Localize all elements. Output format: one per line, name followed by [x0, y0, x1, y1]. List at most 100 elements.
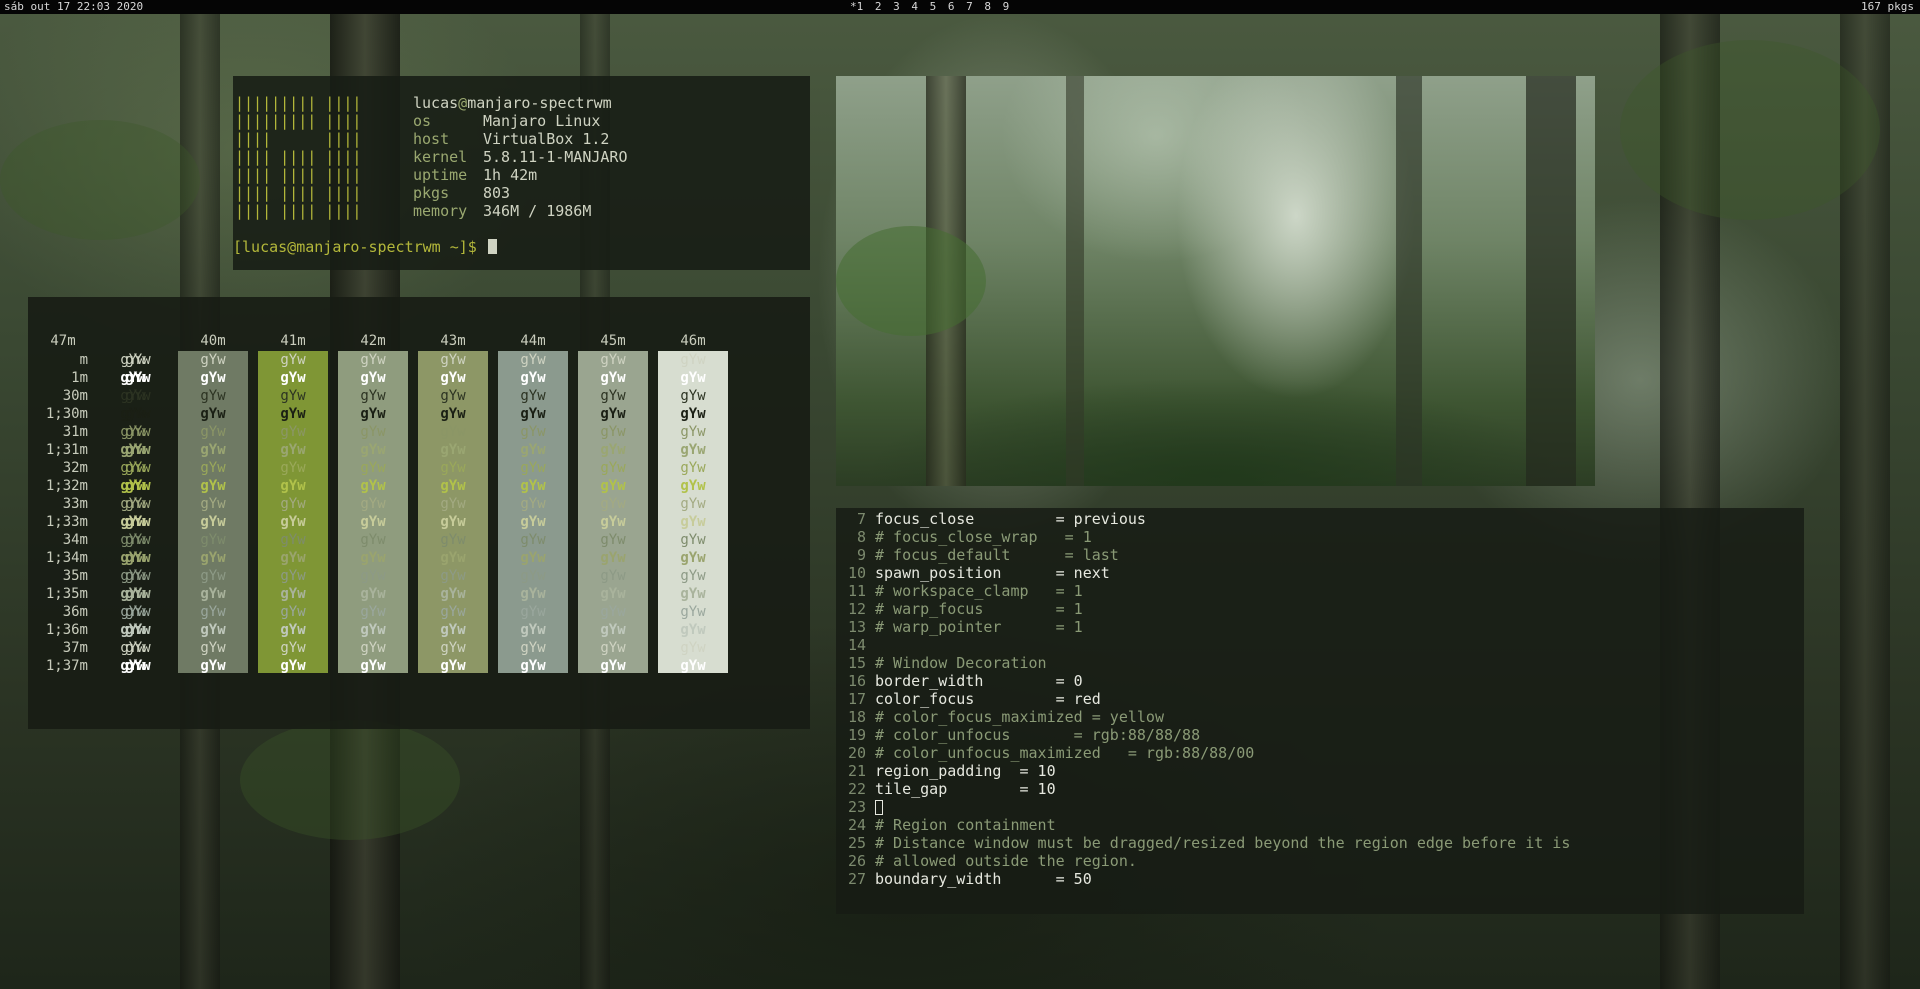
image-viewer[interactable]: [836, 76, 1595, 486]
color-sample: gYw: [360, 352, 386, 368]
color-row-label: 1;32m: [45, 478, 88, 494]
logo-line: |||| |||| ||||: [235, 184, 362, 202]
line-text: tile_gap = 10: [875, 780, 1056, 798]
color-sample: gYw: [280, 352, 306, 368]
color-sample: gYw: [440, 442, 466, 458]
color-sample: gYw: [280, 388, 306, 404]
workspace-indicator[interactable]: *1 2 3 4 5 6 7 8 9: [850, 0, 1009, 14]
color-sample: gYw: [600, 496, 626, 512]
color-sample: gYw: [600, 370, 626, 386]
color-sample: gYw: [200, 406, 226, 422]
color-sample: gYw: [680, 568, 706, 584]
line-number: 24: [847, 816, 866, 834]
color-column-header: 42m: [360, 333, 386, 349]
color-sample: gYw: [200, 352, 226, 368]
color-sample: gYw: [600, 478, 626, 494]
line-number: 10: [847, 564, 866, 582]
fetch-terminal[interactable]: ||||||||| |||| ||||||||| |||| |||| |||| …: [233, 76, 810, 270]
editor-line[interactable]: 11 # workspace_clamp = 1: [836, 582, 1083, 600]
color-sample: gYw: [120, 658, 146, 674]
line-number: 8: [856, 528, 866, 546]
text-cursor: [487, 239, 497, 254]
color-sample: gYw: [280, 496, 306, 512]
prompt-text: [lucas@manjaro-spectrwm ~]$: [233, 238, 486, 256]
logo-line: ||||||||| ||||: [235, 112, 362, 130]
editor-line[interactable]: 7 focus_close = previous: [836, 510, 1146, 528]
color-sample: gYw: [280, 442, 306, 458]
editor-line[interactable]: 27 boundary_width = 50: [836, 870, 1092, 888]
color-sample: gYw: [360, 604, 386, 620]
line-text: # color_unfocus = rgb:88/88/88: [875, 726, 1201, 744]
color-sample: gYw: [280, 424, 306, 440]
editor-line[interactable]: 23: [836, 798, 883, 816]
color-sample: gYw: [680, 604, 706, 620]
color-sample: gYw: [680, 550, 706, 566]
color-sample: gYw: [680, 658, 706, 674]
line-number: 20: [847, 744, 866, 762]
color-sample: gYw: [600, 532, 626, 548]
line-number: 27: [847, 870, 866, 888]
editor-line[interactable]: 12 # warp_focus = 1: [836, 600, 1083, 618]
editor-line[interactable]: 15 # Window Decoration: [836, 654, 1047, 672]
color-row-label: 32m: [62, 460, 88, 476]
editor-line[interactable]: 16 border_width = 0: [836, 672, 1083, 690]
editor-line[interactable]: 19 # color_unfocus = rgb:88/88/88: [836, 726, 1200, 744]
color-column-header: 44m: [520, 333, 546, 349]
color-sample: gYw: [520, 496, 546, 512]
color-test-terminal[interactable]: 40m 41m 42m 43m 44m 45m 46m 47m m gYw gYw gYw gYw gYw…: [28, 297, 810, 729]
color-sample: gYw: [520, 604, 546, 620]
editor-line[interactable]: 25 # Distance window must be dragged/resi…: [836, 834, 1570, 852]
color-sample: gYw: [280, 658, 306, 674]
color-sample: gYw: [120, 478, 146, 494]
tree-trunk: [1526, 76, 1576, 486]
line-text: spawn_position = next: [875, 564, 1110, 582]
line-text: # workspace_clamp = 1: [875, 582, 1083, 600]
line-number: 16: [847, 672, 866, 690]
editor-line[interactable]: 26 # allowed outside the region.: [836, 852, 1137, 870]
editor-line[interactable]: 14: [836, 636, 875, 654]
color-sample: gYw: [200, 604, 226, 620]
editor-line[interactable]: 21 region_padding = 10: [836, 762, 1056, 780]
color-sample: gYw: [600, 388, 626, 404]
editor-line[interactable]: 10 spawn_position = next: [836, 564, 1110, 582]
color-sample: gYw: [200, 586, 226, 602]
line-number: 23: [847, 798, 866, 816]
info-row: pkgs 803: [413, 184, 511, 202]
color-sample: gYw: [600, 604, 626, 620]
color-sample: gYw: [280, 550, 306, 566]
color-row-label: 1;30m: [45, 406, 88, 422]
color-row-label: m: [79, 352, 88, 368]
color-sample: gYw: [520, 550, 546, 566]
line-number: 9: [856, 546, 866, 564]
color-sample: gYw: [120, 352, 146, 368]
shell-prompt[interactable]: [lucas@manjaro-spectrwm ~]$: [233, 238, 497, 256]
color-sample: gYw: [440, 460, 466, 476]
editor-line[interactable]: 9 # focus_default = last: [836, 546, 1119, 564]
editor-line[interactable]: 8 # focus_close_wrap = 1: [836, 528, 1092, 546]
foliage: [240, 720, 460, 840]
line-text: # color_unfocus_maximized = rgb:88/88/00: [875, 744, 1255, 762]
color-sample: gYw: [600, 568, 626, 584]
editor-line[interactable]: 13 # warp_pointer = 1: [836, 618, 1083, 636]
line-text: color_focus = red: [875, 690, 1101, 708]
line-text: # focus_default = last: [875, 546, 1119, 564]
color-sample: gYw: [680, 478, 706, 494]
color-sample: gYw: [360, 514, 386, 530]
logo-line: |||| |||| ||||: [235, 148, 362, 166]
foliage: [836, 226, 986, 336]
color-sample: gYw: [200, 640, 226, 656]
color-sample: gYw: [120, 640, 146, 656]
color-sample: gYw: [200, 514, 226, 530]
editor-line[interactable]: 24 # Region containment: [836, 816, 1056, 834]
editor-line[interactable]: 17 color_focus = red: [836, 690, 1101, 708]
color-sample: gYw: [120, 388, 146, 404]
color-sample: gYw: [360, 550, 386, 566]
editor-line[interactable]: 20 # color_unfocus_maximized = rgb:88/88/…: [836, 744, 1254, 762]
logo-line: |||| ||||: [235, 130, 362, 148]
editor-line[interactable]: 18 # color_focus_maximized = yellow: [836, 708, 1164, 726]
color-sample: gYw: [440, 550, 466, 566]
editor-line[interactable]: 22 tile_gap = 10: [836, 780, 1056, 798]
line-text: # Region containment: [875, 816, 1056, 834]
color-sample: gYw: [520, 640, 546, 656]
text-editor[interactable]: 7 focus_close = previous 8 # focus_close_wr…: [836, 508, 1804, 914]
